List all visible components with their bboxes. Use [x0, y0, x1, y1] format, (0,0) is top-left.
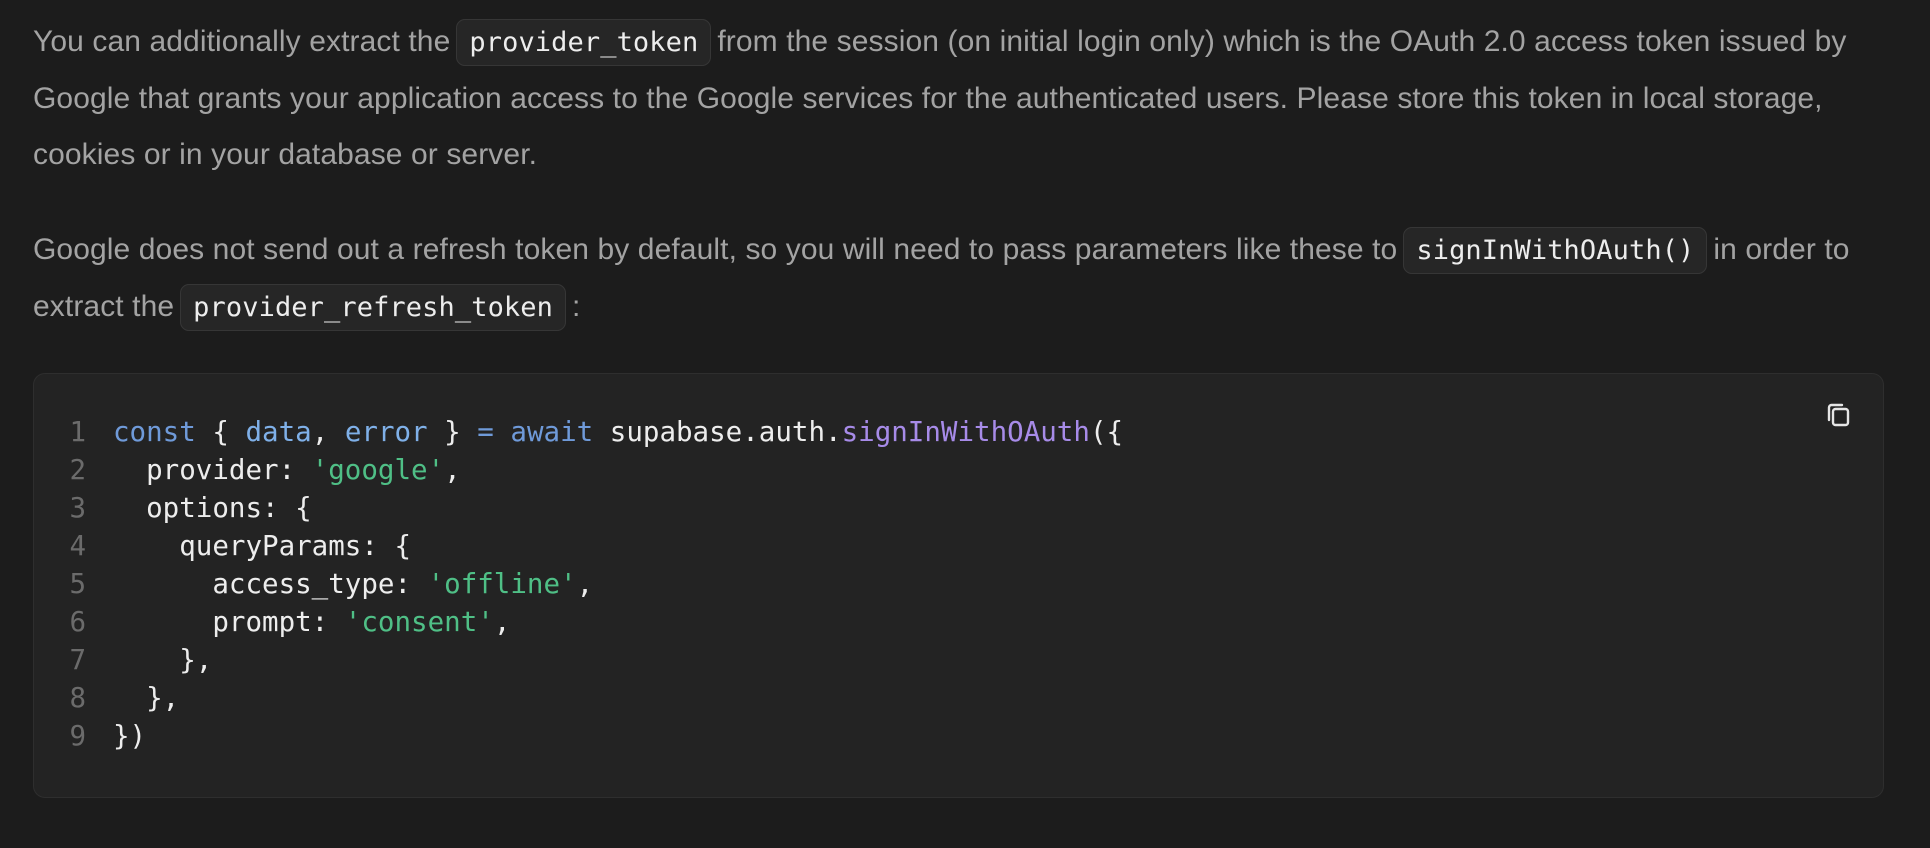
code-line: 4 queryParams: {	[34, 527, 1123, 565]
code-line: 2 provider: 'google',	[34, 451, 1123, 489]
code-token: })	[113, 720, 147, 752]
paragraph-refresh-token: Google does not send out a refresh token…	[33, 222, 1899, 336]
code-token: await	[510, 416, 594, 448]
code-token: },	[113, 682, 180, 714]
inline-code-provider-refresh-token: provider_refresh_token	[180, 284, 566, 331]
code-line: 9})	[34, 717, 1123, 755]
code-token: ,	[576, 568, 594, 600]
code-line: 1 const { data, error } = await supabase.…	[34, 413, 1123, 451]
code-token: queryParams: {	[113, 530, 412, 562]
line-number: 1	[69, 416, 86, 448]
paragraph-provider-token: You can additionally extract the provider…	[33, 14, 1899, 183]
line-number: 9	[69, 720, 86, 752]
code-line: 6 prompt: 'consent',	[34, 603, 1123, 641]
code-token: provider:	[113, 454, 312, 486]
inline-code-provider-token: provider_token	[456, 19, 712, 66]
line-number: 4	[69, 530, 86, 562]
line-number: 3	[69, 492, 86, 524]
code-token: {	[195, 416, 246, 448]
line-number: 8	[69, 682, 86, 714]
code-token: 'google'	[311, 454, 445, 486]
code-token: error	[344, 416, 428, 448]
code-token: 'offline'	[427, 568, 577, 600]
code-block: 1 const { data, error } = await supabase.…	[33, 373, 1884, 798]
copy-icon	[1827, 403, 1850, 427]
code-token: prompt:	[113, 606, 345, 638]
code-token: signInWithOAuth	[841, 416, 1090, 448]
code-token: },	[113, 644, 213, 676]
code-line: 5 access_type: 'offline',	[34, 565, 1123, 603]
code-token: options: {	[113, 492, 312, 524]
paragraph2-text-post: :	[572, 290, 581, 323]
code-lines: 1 const { data, error } = await supabase.…	[34, 413, 1123, 755]
line-number: 5	[69, 568, 86, 600]
line-number: 6	[69, 606, 86, 638]
code-line: 3 options: {	[34, 489, 1123, 527]
line-number: 2	[69, 454, 86, 486]
code-token: =	[477, 416, 494, 448]
code-token: data	[245, 416, 312, 448]
copy-button[interactable]	[1821, 398, 1857, 434]
code-line: 8 },	[34, 679, 1123, 717]
code-token: ,	[493, 606, 511, 638]
code-token: }	[427, 416, 478, 448]
code-line: 7 },	[34, 641, 1123, 679]
code-token: 'consent'	[344, 606, 494, 638]
code-token: supabase.auth.	[593, 416, 842, 448]
paragraph1-text-pre: You can additionally extract the	[33, 25, 451, 58]
line-number: 7	[69, 644, 86, 676]
code-token: const	[113, 416, 196, 448]
code-token: ,	[444, 454, 461, 486]
code-token: ({	[1089, 416, 1124, 448]
paragraph2-text-pre: Google does not send out a refresh token…	[33, 233, 1398, 266]
inline-code-sign-in-with-oauth: signInWithOAuth()	[1403, 227, 1708, 274]
code-token: ,	[311, 416, 345, 448]
code-token: access_type:	[113, 568, 428, 600]
